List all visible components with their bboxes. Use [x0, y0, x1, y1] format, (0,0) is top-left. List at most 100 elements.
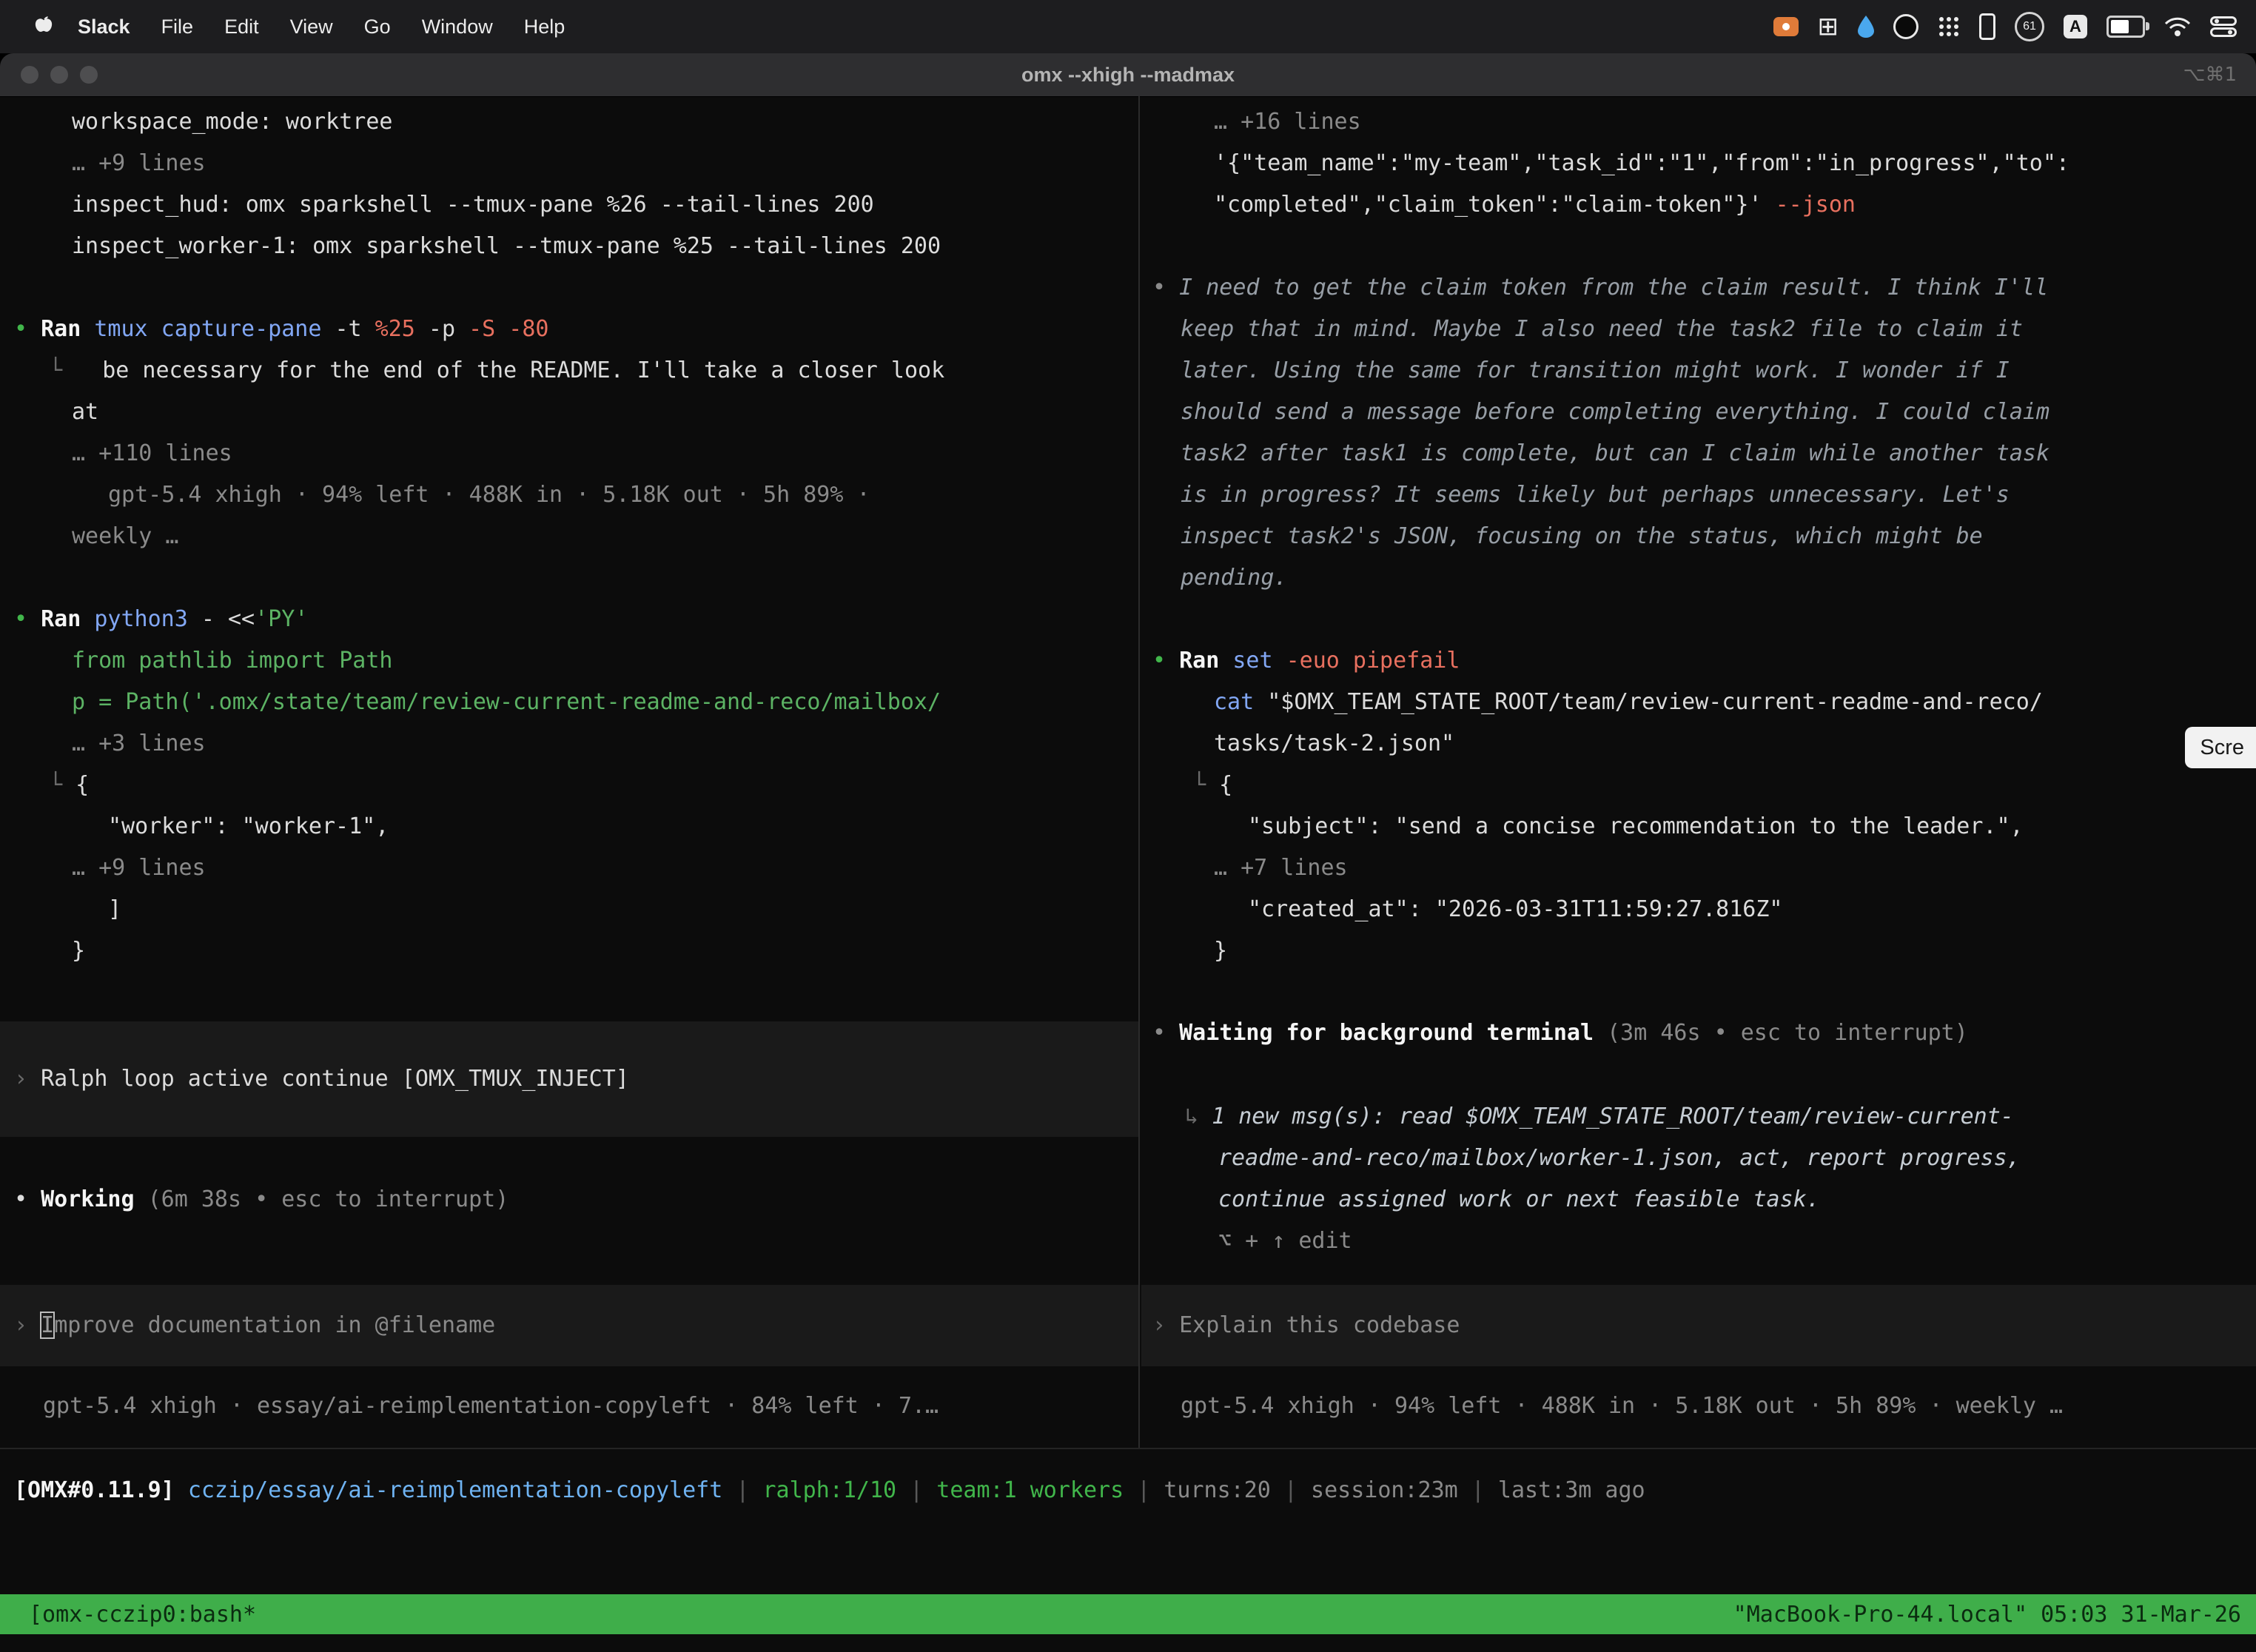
terminal-line: should send a message before completing …	[1141, 392, 2256, 433]
text-segment: turns:20	[1164, 1477, 1271, 1503]
device-icon[interactable]	[1979, 13, 1995, 40]
horizontal-separator	[0, 1448, 2256, 1449]
text-segment: be necessary for the end of the README. …	[75, 357, 944, 383]
wifi-icon[interactable]	[2164, 16, 2191, 37]
text-segment: set	[1232, 648, 1272, 674]
window-grid-icon[interactable]: ⊞	[1818, 14, 1839, 39]
text-segment: •	[14, 1186, 41, 1212]
close-button[interactable]	[21, 66, 38, 84]
apple-icon	[34, 13, 53, 41]
screen-recording-indicator[interactable]	[1773, 17, 1799, 36]
terminal-line: • Ran tmux capture-pane -t %25 -p -S -80	[0, 309, 1138, 350]
spacer	[0, 267, 1138, 309]
spacer	[1141, 1366, 2256, 1386]
terminal-line: • Ran set -euo pipefail	[1141, 640, 2256, 682]
window-title: omx --xhigh --madmax	[0, 64, 2256, 87]
spacer	[1141, 1262, 2256, 1285]
terminal-line: later. Using the same for transition mig…	[1141, 350, 2256, 392]
inject-banner: › Ralph loop active continue [OMX_TMUX_I…	[0, 1021, 1138, 1137]
screen-share-overlay[interactable]: Scre	[2185, 727, 2256, 768]
text-segment: Waiting for background terminal	[1179, 1020, 1594, 1046]
drop-icon[interactable]	[1858, 16, 1874, 38]
text-segment: python3	[94, 606, 187, 632]
text-segment: Working	[41, 1186, 134, 1212]
terminal-line: pending.	[1141, 557, 2256, 599]
text-segment: I	[41, 1312, 54, 1338]
screen: { "menu_bar": { "app_name": "Slack", "it…	[0, 0, 2256, 1652]
terminal-line: … +3 lines	[0, 723, 1138, 765]
terminal-line: tasks/task-2.json"	[1141, 723, 2256, 765]
text-segment: -p	[415, 316, 469, 342]
text-segment: inspect_worker-1: omx sparkshell --tmux-…	[72, 233, 941, 259]
disc-icon[interactable]	[1893, 14, 1918, 39]
spacer	[0, 1366, 1138, 1386]
menu-app-name[interactable]: Slack	[62, 16, 146, 38]
text-segment: •	[14, 606, 41, 632]
text-segment: workspace_mode: worktree	[72, 109, 392, 135]
text-segment: I need to get the claim token from the c…	[1179, 275, 2048, 300]
text-segment: … +110 lines	[72, 440, 232, 466]
menu-edit[interactable]: Edit	[209, 16, 275, 38]
terminal-line: inspect task2's JSON, focusing on the st…	[1141, 516, 2256, 557]
control-center-icon[interactable]	[2210, 16, 2237, 37]
input-source-icon[interactable]: A	[2064, 15, 2087, 38]
text-segment: cat	[1214, 689, 1267, 715]
text-segment: └	[49, 357, 75, 383]
dots-grid-icon[interactable]	[1938, 16, 1960, 38]
terminal-line: p = Path('.omx/state/team/review-current…	[0, 682, 1138, 723]
text-segment: "subject": "send a concise recommendatio…	[1248, 813, 2024, 839]
prompt-input[interactable]: › Improve documentation in @filename	[0, 1285, 1138, 1366]
text-segment: task2 after task1 is complete, but can I…	[1181, 440, 2049, 466]
text-segment: |	[896, 1477, 936, 1503]
text-segment: ralph:1/10	[762, 1477, 896, 1503]
text-segment: at	[72, 399, 98, 425]
text-segment: --json	[1776, 192, 1856, 218]
text-segment: ›	[14, 1312, 41, 1338]
menu-left: Slack FileEditViewGoWindowHelp	[0, 13, 580, 41]
text-segment: gpt-5.4 xhigh · essay/ai-reimplementatio…	[43, 1393, 939, 1419]
text-segment: p = Path('.omx/state/team/review-current…	[72, 689, 941, 715]
menu-bar: Slack FileEditViewGoWindowHelp ⊞ 61 A	[0, 0, 2256, 53]
terminal-line: • Working (6m 38s • esc to interrupt)	[0, 1179, 1138, 1220]
terminal-line: … +110 lines	[0, 433, 1138, 474]
terminal-line: "subject": "send a concise recommendatio…	[1141, 806, 2256, 847]
text-segment: cczip/essay/ai-reimplementation-copyleft	[188, 1477, 722, 1503]
text-segment: └	[1192, 772, 1219, 798]
text-segment: 'PY'	[255, 606, 308, 632]
terminal-line: from pathlib import Path	[0, 640, 1138, 682]
battery-icon[interactable]	[2106, 16, 2145, 38]
window-title-bar[interactable]: omx --xhigh --madmax ⌥⌘1	[0, 53, 2256, 97]
text-segment: "$OMX_TEAM_STATE_ROOT/team/review-curren…	[1267, 689, 2043, 715]
terminal-line: • Ran python3 - <<'PY'	[0, 599, 1138, 640]
text-segment: (6m 38s • esc to interrupt)	[135, 1186, 509, 1212]
menu-go[interactable]: Go	[349, 16, 406, 38]
text-segment: ↳	[1185, 1104, 1212, 1129]
zoom-button[interactable]	[80, 66, 98, 84]
text-segment: •	[1152, 1020, 1179, 1046]
minimize-button[interactable]	[50, 66, 68, 84]
terminal-line: ↳ 1 new msg(s): read $OMX_TEAM_STATE_ROO…	[1141, 1096, 2256, 1138]
traffic-lights	[21, 66, 98, 84]
menu-items: FileEditViewGoWindowHelp	[146, 16, 581, 38]
spacer	[1141, 1054, 2256, 1096]
text-segment: }	[1214, 938, 1227, 964]
omx-status-line: [OMX#0.11.9] cczip/essay/ai-reimplementa…	[0, 1470, 2256, 1511]
menu-view[interactable]: View	[275, 16, 349, 38]
prompt-input[interactable]: › Explain this codebase	[1141, 1285, 2256, 1366]
text-segment: "worker": "worker-1",	[108, 813, 389, 839]
text-segment: … +3 lines	[72, 731, 206, 756]
terminal-line: … +7 lines	[1141, 847, 2256, 889]
menu-help[interactable]: Help	[508, 16, 581, 38]
apple-menu[interactable]	[25, 13, 62, 41]
text-segment: "completed","claim_token":"claim-token"}…	[1214, 192, 1776, 218]
menu-window[interactable]: Window	[406, 16, 508, 38]
spacer	[0, 972, 1138, 1021]
spacer	[1141, 226, 2256, 267]
terminal-line: continue assigned work or next feasible …	[1141, 1179, 2256, 1220]
menu-file[interactable]: File	[146, 16, 209, 38]
terminal-line: … +16 lines	[1141, 101, 2256, 143]
text-segment: … +9 lines	[72, 150, 206, 176]
text-segment: … +16 lines	[1214, 109, 1361, 135]
text-segment: pending.	[1181, 565, 1288, 591]
gauge-icon[interactable]: 61	[2015, 12, 2044, 41]
